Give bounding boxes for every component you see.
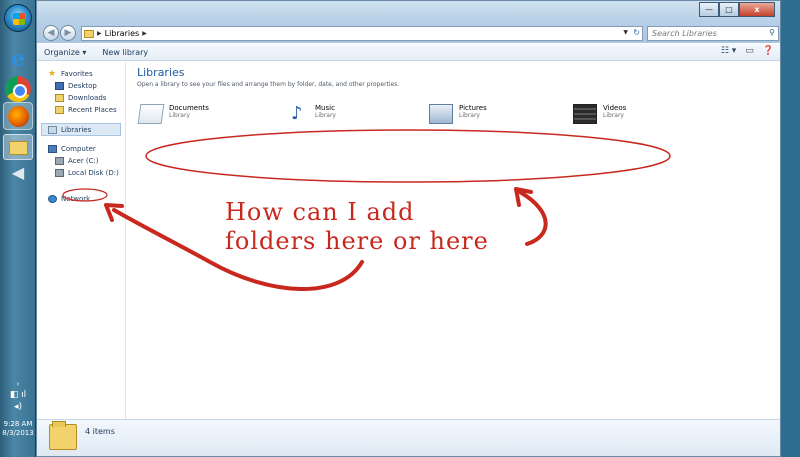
nav-acer-drive[interactable]: Acer (C:) bbox=[37, 155, 125, 167]
window-controls: — □ x bbox=[699, 2, 775, 17]
annotation-line-1: How can I add bbox=[225, 198, 415, 226]
maximize-button[interactable]: □ bbox=[719, 2, 739, 17]
hard-drive-icon bbox=[55, 169, 64, 177]
nav-libraries[interactable]: Libraries bbox=[41, 123, 121, 136]
title-bar: — □ x ◀ ▶ ▶ Libraries ▶ ▼ ↻ ⚲ bbox=[37, 1, 780, 43]
nav-downloads[interactable]: Downloads bbox=[37, 92, 125, 104]
nav-local-disk[interactable]: Local Disk (D:) bbox=[37, 167, 125, 179]
downloads-folder-icon bbox=[55, 94, 64, 102]
annotation-line-2: folders here or here bbox=[225, 227, 489, 255]
libraries-folder-icon bbox=[49, 421, 77, 450]
preview-pane-icon[interactable]: ▭ bbox=[745, 46, 754, 56]
help-icon[interactable]: ❓ bbox=[763, 46, 774, 56]
star-icon: ★ bbox=[48, 69, 57, 79]
firefox-icon[interactable] bbox=[3, 102, 33, 130]
breadcrumb-arrow-icon[interactable]: ▶ bbox=[142, 30, 147, 37]
nav-recent-places[interactable]: Recent Places bbox=[37, 104, 125, 116]
command-bar: Organize ▾ New library ☷ ▾ ▭ ❓ bbox=[37, 44, 780, 61]
start-button[interactable] bbox=[4, 4, 32, 32]
music-library-icon: ♪ bbox=[285, 104, 309, 124]
recent-places-icon bbox=[55, 106, 64, 114]
system-tray: › ◧ ıl ◂) bbox=[0, 380, 36, 412]
refresh-icon[interactable]: ↻ bbox=[633, 28, 640, 37]
forward-button[interactable]: ▶ bbox=[60, 25, 76, 41]
computer-icon bbox=[48, 145, 57, 153]
clock[interactable]: 9:28 AM 8/3/2013 bbox=[0, 420, 36, 438]
organize-button[interactable]: Organize ▾ bbox=[44, 48, 86, 57]
clock-date: 8/3/2013 bbox=[2, 429, 34, 437]
view-controls: ☷ ▾ ▭ ❓ bbox=[721, 46, 774, 56]
videos-library-icon bbox=[573, 104, 597, 124]
nav-computer[interactable]: Computer bbox=[37, 143, 125, 155]
close-button[interactable]: x bbox=[739, 2, 775, 17]
breadcrumb-libraries[interactable]: Libraries bbox=[105, 29, 140, 38]
desktop-icon bbox=[55, 82, 64, 90]
library-videos[interactable]: Videos Library bbox=[573, 104, 626, 124]
pictures-library-icon bbox=[429, 104, 453, 124]
library-documents[interactable]: Documents Library bbox=[137, 104, 209, 124]
tray-expand-icon[interactable]: › bbox=[0, 380, 36, 388]
nav-network[interactable]: Network bbox=[37, 193, 125, 205]
documents-library-icon bbox=[137, 104, 165, 124]
chrome-icon[interactable] bbox=[5, 76, 31, 102]
breadcrumb-arrow-icon[interactable]: ▶ bbox=[97, 30, 102, 37]
network-icon bbox=[48, 195, 57, 203]
clock-time: 9:28 AM bbox=[3, 420, 33, 428]
hard-drive-icon bbox=[55, 157, 64, 165]
library-music[interactable]: ♪ Music Library bbox=[285, 104, 336, 124]
taskbar: e ◀ › ◧ ıl ◂) 9:28 AM 8/3/2013 bbox=[0, 0, 36, 457]
status-bar: 4 items bbox=[37, 419, 780, 456]
item-count: 4 items bbox=[85, 427, 115, 436]
libraries-folder-icon bbox=[84, 29, 94, 38]
annotation-text: How can I add folders here or here bbox=[225, 198, 489, 256]
new-library-button[interactable]: New library bbox=[102, 48, 148, 57]
libraries-icon bbox=[48, 125, 57, 134]
library-pictures[interactable]: Pictures Library bbox=[429, 104, 487, 124]
network-status-icon[interactable]: ◧ ıl bbox=[0, 390, 36, 400]
volume-icon[interactable]: ◂) bbox=[0, 402, 36, 412]
windows-explorer-icon[interactable] bbox=[3, 134, 33, 160]
address-bar[interactable]: ▶ Libraries ▶ ▼ ↻ bbox=[81, 26, 643, 41]
search-box[interactable]: ⚲ bbox=[647, 26, 779, 41]
camera-icon[interactable]: ◀ bbox=[5, 160, 31, 186]
nav-desktop[interactable]: Desktop bbox=[37, 80, 125, 92]
page-subtitle: Open a library to see your files and arr… bbox=[137, 81, 400, 88]
windows-logo-icon bbox=[13, 13, 25, 25]
address-dropdown-icon[interactable]: ▼ bbox=[623, 29, 628, 36]
nav-favorites[interactable]: ★ Favorites bbox=[37, 68, 125, 80]
change-view-icon[interactable]: ☷ ▾ bbox=[721, 46, 736, 56]
search-input[interactable] bbox=[652, 27, 764, 40]
navigation-pane: ★ Favorites Desktop Downloads Recent Plac… bbox=[37, 62, 126, 419]
back-button[interactable]: ◀ bbox=[43, 25, 59, 41]
minimize-button[interactable]: — bbox=[699, 2, 719, 17]
internet-explorer-icon[interactable]: e bbox=[5, 46, 31, 72]
page-title: Libraries bbox=[137, 66, 185, 79]
desktop-background bbox=[781, 0, 800, 457]
search-icon[interactable]: ⚲ bbox=[769, 28, 775, 37]
